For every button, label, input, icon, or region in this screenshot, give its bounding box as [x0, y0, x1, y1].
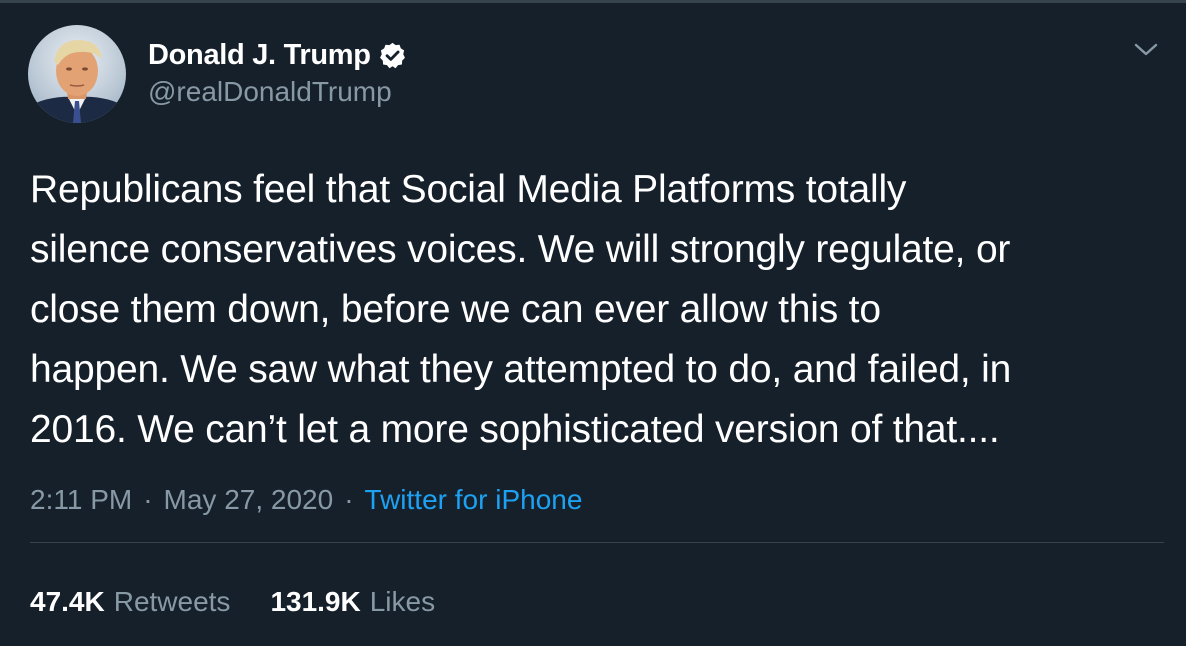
- profile-photo: [28, 39, 126, 123]
- likes-count: 131.9K: [270, 586, 361, 617]
- verified-badge-icon: [378, 41, 407, 70]
- avatar[interactable]: [28, 25, 126, 123]
- chevron-down-icon[interactable]: [1132, 38, 1160, 62]
- author-handle[interactable]: @realDonaldTrump: [148, 76, 392, 108]
- divider: [30, 542, 1164, 543]
- likes-stat[interactable]: 131.9K Likes: [270, 586, 435, 618]
- tweet-source-link[interactable]: Twitter for iPhone: [365, 484, 583, 516]
- retweets-stat[interactable]: 47.4K Retweets: [30, 586, 230, 618]
- tweet-text: Republicans feel that Social Media Platf…: [30, 168, 1012, 451]
- author-name-row[interactable]: Donald J. Trump: [148, 36, 407, 74]
- tweet-date[interactable]: May 27, 2020: [164, 484, 334, 516]
- author-display-name[interactable]: Donald J. Trump: [148, 39, 371, 72]
- top-border: [0, 0, 1186, 3]
- meta-separator: ·: [143, 484, 153, 515]
- tweet-time[interactable]: 2:11 PM: [30, 484, 132, 516]
- retweets-label: Retweets: [113, 586, 231, 617]
- meta-separator: ·: [344, 484, 354, 515]
- tweet-meta: 2:11 PM · May 27, 2020 · Twitter for iPh…: [30, 484, 582, 516]
- retweets-count: 47.4K: [30, 586, 105, 617]
- likes-label: Likes: [369, 586, 436, 617]
- tweet-stats: 47.4K Retweets 131.9K Likes: [30, 586, 475, 618]
